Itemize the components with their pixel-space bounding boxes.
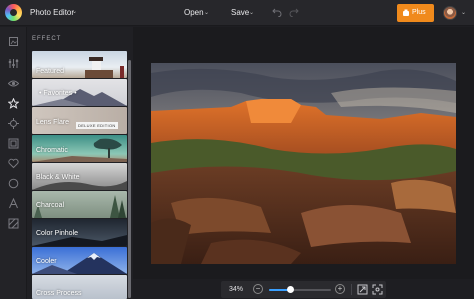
photo-image[interactable]	[151, 63, 456, 264]
save-menu-button[interactable]: Save	[231, 8, 249, 17]
zoom-level-label[interactable]: 34%	[229, 286, 243, 293]
top-bar: Photo Editor ⌄ Open ⌄ Save ⌄ Plus ⌄	[0, 0, 474, 26]
touchup-icon[interactable]	[8, 116, 19, 129]
app-logo-icon[interactable]	[5, 4, 22, 21]
effect-black-white[interactable]: Black & White	[32, 163, 127, 190]
effect-label: Cross Process	[36, 290, 82, 297]
plus-label: Plus	[412, 9, 426, 16]
circle-icon[interactable]	[8, 176, 19, 189]
effect-charcoal[interactable]: Charcoal	[32, 191, 127, 218]
open-menu-button[interactable]: Open	[184, 8, 204, 17]
effect-cross-process[interactable]: Cross Process	[32, 275, 127, 299]
texture-icon[interactable]	[8, 216, 19, 229]
effect-cooler[interactable]: Cooler	[32, 247, 127, 274]
zoom-toolbar: 34% − +	[221, 281, 386, 298]
user-avatar[interactable]	[443, 6, 457, 20]
photo-editor-app: Photo Editor ⌄ Open ⌄ Save ⌄ Plus ⌄ EFFE…	[0, 0, 474, 299]
chevron-down-icon[interactable]: ⌄	[72, 8, 77, 15]
effect-panel: EFFECT Featured • Favorites • Lens Flare…	[27, 27, 133, 299]
effect-color-pinhole[interactable]: Color Pinhole	[32, 219, 127, 246]
panel-scrollbar-thumb[interactable]	[128, 60, 131, 298]
text-icon[interactable]	[8, 196, 19, 209]
chevron-down-icon[interactable]: ⌄	[249, 9, 254, 16]
frame-icon[interactable]	[8, 136, 19, 149]
zoom-slider-handle[interactable]	[286, 286, 294, 293]
effect-label: Featured	[36, 68, 65, 75]
tool-rail	[0, 27, 27, 299]
zoom-in-button[interactable]: +	[335, 284, 345, 294]
panel-title: EFFECT	[32, 36, 62, 42]
effect-label: Black & White	[36, 174, 80, 181]
eye-icon[interactable]	[7, 76, 20, 87]
deluxe-badge: DELUXE EDITION	[76, 122, 118, 129]
effect-label: Cooler	[36, 258, 57, 265]
effect-label: Chromatic	[36, 147, 68, 154]
app-title-menu[interactable]: Photo Editor	[30, 8, 74, 17]
fullscreen-icon[interactable]	[372, 284, 383, 295]
effect-label: • Favorites •	[39, 90, 77, 97]
upgrade-plus-button[interactable]: Plus	[397, 4, 434, 22]
redo-icon[interactable]	[289, 7, 299, 17]
effect-chromatic[interactable]: Chromatic	[32, 135, 127, 162]
undo-icon[interactable]	[272, 7, 282, 17]
effect-featured[interactable]: Featured	[32, 51, 127, 78]
fit-to-screen-icon[interactable]	[357, 284, 368, 295]
crown-icon	[403, 9, 409, 16]
effect-label: Charcoal	[36, 202, 65, 209]
effect-label: Color Pinhole	[36, 230, 79, 237]
canyon-landscape-photo	[151, 63, 456, 264]
star-icon[interactable]	[7, 96, 20, 109]
toolbar-divider	[351, 284, 352, 295]
chevron-down-icon[interactable]: ⌄	[461, 9, 466, 16]
effect-lens-flare[interactable]: Lens Flare DELUXE EDITION	[32, 107, 127, 134]
effect-favorites[interactable]: • Favorites •	[32, 79, 127, 106]
chevron-down-icon[interactable]: ⌄	[204, 9, 209, 16]
heart-icon[interactable]	[8, 156, 19, 169]
crop-icon[interactable]	[8, 34, 19, 46]
effect-label: Lens Flare	[36, 119, 70, 126]
zoom-out-button[interactable]: −	[253, 284, 263, 294]
adjust-icon[interactable]	[8, 56, 19, 68]
